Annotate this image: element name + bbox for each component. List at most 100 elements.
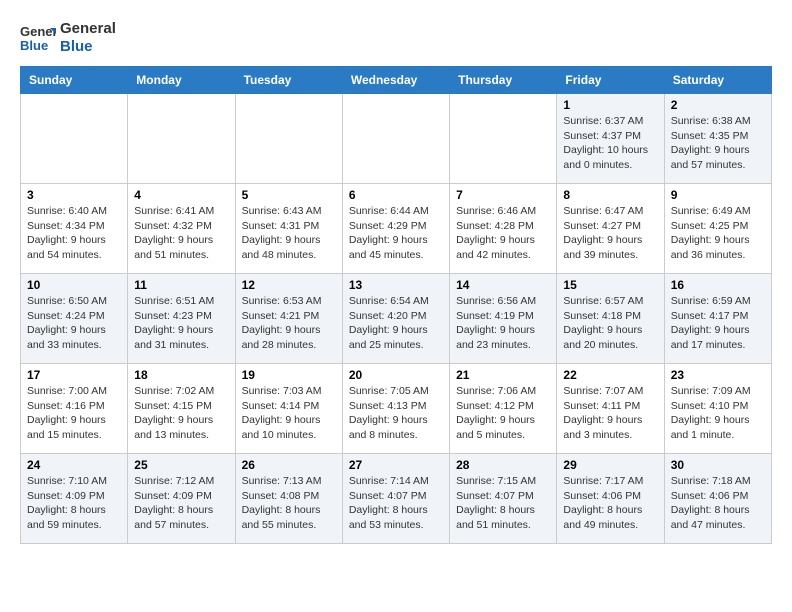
weekday-monday: Monday [128,67,235,94]
calendar-cell: 23 Sunrise: 7:09 AM Sunset: 4:10 PM Dayli… [664,364,771,454]
day-number: 13 [349,278,443,292]
calendar-cell: 18Sunrise: 7:02 AM Sunset: 4:15 PM Dayli… [128,364,235,454]
calendar-cell: 17 Sunrise: 7:00 AM Sunset: 4:16 PM Dayli… [21,364,128,454]
calendar-cell: 3 Sunrise: 6:40 AM Sunset: 4:34 PM Daylig… [21,184,128,274]
day-info: Sunrise: 7:15 AM Sunset: 4:07 PM Dayligh… [456,474,550,533]
day-info: Sunrise: 6:50 AM Sunset: 4:24 PM Dayligh… [27,294,121,353]
day-info: Sunrise: 6:53 AM Sunset: 4:21 PM Dayligh… [242,294,336,353]
day-number: 26 [242,458,336,472]
week-row-5: 24Sunrise: 7:10 AM Sunset: 4:09 PM Dayli… [21,454,772,544]
day-info: Sunrise: 7:10 AM Sunset: 4:09 PM Dayligh… [27,474,121,533]
day-info: Sunrise: 7:06 AM Sunset: 4:12 PM Dayligh… [456,384,550,443]
calendar-cell: 5 Sunrise: 6:43 AM Sunset: 4:31 PM Daylig… [235,184,342,274]
day-number: 16 [671,278,765,292]
calendar-cell: 16Sunrise: 6:59 AM Sunset: 4:17 PM Dayli… [664,274,771,364]
day-number: 2 [671,98,765,112]
day-number: 21 [456,368,550,382]
day-number: 25 [134,458,228,472]
day-number: 10 [27,278,121,292]
day-info: Sunrise: 7:00 AM Sunset: 4:16 PM Dayligh… [27,384,121,443]
week-row-1: 1 Sunrise: 6:37 AM Sunset: 4:37 PM Daylig… [21,94,772,184]
logo-icon: General Blue [20,20,56,56]
day-number: 18 [134,368,228,382]
calendar-cell: 22 Sunrise: 7:07 AM Sunset: 4:11 PM Dayli… [557,364,664,454]
day-number: 29 [563,458,657,472]
calendar-cell: 13 Sunrise: 6:54 AM Sunset: 4:20 PM Dayli… [342,274,449,364]
day-info: Sunrise: 6:56 AM Sunset: 4:19 PM Dayligh… [456,294,550,353]
day-info: Sunrise: 6:38 AM Sunset: 4:35 PM Dayligh… [671,114,765,173]
week-row-3: 10 Sunrise: 6:50 AM Sunset: 4:24 PM Dayli… [21,274,772,364]
day-info: Sunrise: 7:07 AM Sunset: 4:11 PM Dayligh… [563,384,657,443]
day-info: Sunrise: 7:13 AM Sunset: 4:08 PM Dayligh… [242,474,336,533]
day-info: Sunrise: 6:37 AM Sunset: 4:37 PM Dayligh… [563,114,657,173]
day-number: 19 [242,368,336,382]
day-number: 22 [563,368,657,382]
weekday-saturday: Saturday [664,67,771,94]
day-info: Sunrise: 6:49 AM Sunset: 4:25 PM Dayligh… [671,204,765,263]
day-number: 28 [456,458,550,472]
day-number: 30 [671,458,765,472]
day-number: 3 [27,188,121,202]
day-info: Sunrise: 6:41 AM Sunset: 4:32 PM Dayligh… [134,204,228,263]
calendar-cell: 7 Sunrise: 6:46 AM Sunset: 4:28 PM Daylig… [450,184,557,274]
calendar-cell: 20 Sunrise: 7:05 AM Sunset: 4:13 PM Dayli… [342,364,449,454]
week-row-2: 3 Sunrise: 6:40 AM Sunset: 4:34 PM Daylig… [21,184,772,274]
calendar-cell: 10 Sunrise: 6:50 AM Sunset: 4:24 PM Dayli… [21,274,128,364]
calendar-cell: 8 Sunrise: 6:47 AM Sunset: 4:27 PM Daylig… [557,184,664,274]
calendar-cell: 1 Sunrise: 6:37 AM Sunset: 4:37 PM Daylig… [557,94,664,184]
svg-text:Blue: Blue [20,38,48,53]
day-info: Sunrise: 7:05 AM Sunset: 4:13 PM Dayligh… [349,384,443,443]
week-row-4: 17 Sunrise: 7:00 AM Sunset: 4:16 PM Dayli… [21,364,772,454]
day-info: Sunrise: 6:43 AM Sunset: 4:31 PM Dayligh… [242,204,336,263]
day-number: 8 [563,188,657,202]
calendar-cell: 9Sunrise: 6:49 AM Sunset: 4:25 PM Daylig… [664,184,771,274]
calendar-cell: 19Sunrise: 7:03 AM Sunset: 4:14 PM Dayli… [235,364,342,454]
calendar-cell: 25 Sunrise: 7:12 AM Sunset: 4:09 PM Dayli… [128,454,235,544]
calendar-cell: 26 Sunrise: 7:13 AM Sunset: 4:08 PM Dayli… [235,454,342,544]
day-number: 1 [563,98,657,112]
svg-text:General: General [20,24,56,39]
page-header: General Blue General Blue [20,20,772,56]
calendar-table: SundayMondayTuesdayWednesdayThursdayFrid… [20,66,772,544]
calendar-cell [128,94,235,184]
day-info: Sunrise: 6:54 AM Sunset: 4:20 PM Dayligh… [349,294,443,353]
day-number: 15 [563,278,657,292]
calendar-cell: 21 Sunrise: 7:06 AM Sunset: 4:12 PM Dayli… [450,364,557,454]
day-info: Sunrise: 7:17 AM Sunset: 4:06 PM Dayligh… [563,474,657,533]
day-number: 7 [456,188,550,202]
calendar-cell: 6 Sunrise: 6:44 AM Sunset: 4:29 PM Daylig… [342,184,449,274]
day-info: Sunrise: 6:40 AM Sunset: 4:34 PM Dayligh… [27,204,121,263]
calendar-cell: 11 Sunrise: 6:51 AM Sunset: 4:23 PM Dayli… [128,274,235,364]
logo-general-text: General [60,20,116,38]
calendar-cell: 15 Sunrise: 6:57 AM Sunset: 4:18 PM Dayli… [557,274,664,364]
day-info: Sunrise: 6:57 AM Sunset: 4:18 PM Dayligh… [563,294,657,353]
day-number: 11 [134,278,228,292]
day-number: 5 [242,188,336,202]
weekday-friday: Friday [557,67,664,94]
day-number: 23 [671,368,765,382]
day-info: Sunrise: 6:44 AM Sunset: 4:29 PM Dayligh… [349,204,443,263]
weekday-tuesday: Tuesday [235,67,342,94]
logo: General Blue General Blue [20,20,116,56]
day-info: Sunrise: 6:46 AM Sunset: 4:28 PM Dayligh… [456,204,550,263]
day-info: Sunrise: 7:09 AM Sunset: 4:10 PM Dayligh… [671,384,765,443]
day-number: 6 [349,188,443,202]
day-info: Sunrise: 6:51 AM Sunset: 4:23 PM Dayligh… [134,294,228,353]
calendar-cell: 30Sunrise: 7:18 AM Sunset: 4:06 PM Dayli… [664,454,771,544]
calendar-cell: 12Sunrise: 6:53 AM Sunset: 4:21 PM Dayli… [235,274,342,364]
calendar-cell: 14 Sunrise: 6:56 AM Sunset: 4:19 PM Dayli… [450,274,557,364]
calendar-cell: 27Sunrise: 7:14 AM Sunset: 4:07 PM Dayli… [342,454,449,544]
day-number: 27 [349,458,443,472]
calendar-cell: 28 Sunrise: 7:15 AM Sunset: 4:07 PM Dayli… [450,454,557,544]
day-number: 17 [27,368,121,382]
calendar-cell: 2 Sunrise: 6:38 AM Sunset: 4:35 PM Daylig… [664,94,771,184]
calendar-cell [235,94,342,184]
day-number: 20 [349,368,443,382]
day-number: 4 [134,188,228,202]
weekday-sunday: Sunday [21,67,128,94]
calendar-cell [450,94,557,184]
day-info: Sunrise: 7:12 AM Sunset: 4:09 PM Dayligh… [134,474,228,533]
day-info: Sunrise: 6:47 AM Sunset: 4:27 PM Dayligh… [563,204,657,263]
day-number: 14 [456,278,550,292]
calendar-cell: 4 Sunrise: 6:41 AM Sunset: 4:32 PM Daylig… [128,184,235,274]
